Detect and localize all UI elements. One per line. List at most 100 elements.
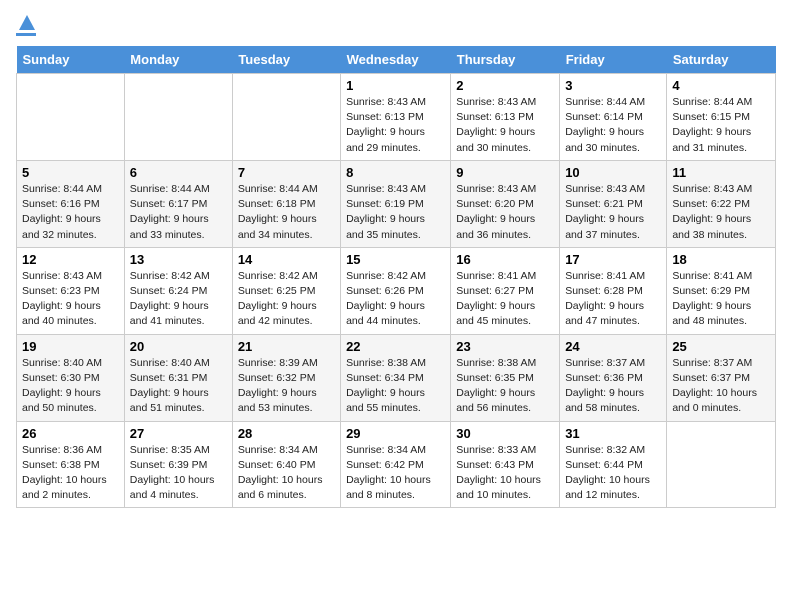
logo-icon <box>18 14 36 32</box>
day-number: 31 <box>565 426 661 441</box>
day-number: 11 <box>672 165 770 180</box>
calendar-header-row: SundayMondayTuesdayWednesdayThursdayFrid… <box>17 46 776 74</box>
calendar-week-3: 12 Sunrise: 8:43 AM Sunset: 6:23 PM Dayli… <box>17 247 776 334</box>
calendar-cell: 6 Sunrise: 8:44 AM Sunset: 6:17 PM Daylig… <box>124 160 232 247</box>
day-number: 19 <box>22 339 119 354</box>
day-info: Sunrise: 8:43 AM Sunset: 6:20 PM Dayligh… <box>456 182 554 243</box>
logo <box>16 16 36 36</box>
calendar-header-sunday: Sunday <box>17 46 125 74</box>
day-info: Sunrise: 8:40 AM Sunset: 6:30 PM Dayligh… <box>22 356 119 417</box>
day-info: Sunrise: 8:43 AM Sunset: 6:13 PM Dayligh… <box>346 95 445 156</box>
day-info: Sunrise: 8:39 AM Sunset: 6:32 PM Dayligh… <box>238 356 335 417</box>
day-number: 23 <box>456 339 554 354</box>
day-info: Sunrise: 8:36 AM Sunset: 6:38 PM Dayligh… <box>22 443 119 504</box>
calendar-cell: 19 Sunrise: 8:40 AM Sunset: 6:30 PM Dayli… <box>17 334 125 421</box>
day-info: Sunrise: 8:43 AM Sunset: 6:13 PM Dayligh… <box>456 95 554 156</box>
calendar-header-thursday: Thursday <box>451 46 560 74</box>
calendar-header-monday: Monday <box>124 46 232 74</box>
calendar-cell: 18Sunrise: 8:41 AM Sunset: 6:29 PM Dayli… <box>667 247 776 334</box>
calendar-week-2: 5 Sunrise: 8:44 AM Sunset: 6:16 PM Daylig… <box>17 160 776 247</box>
calendar-cell <box>17 74 125 161</box>
calendar-header-friday: Friday <box>560 46 667 74</box>
day-number: 16 <box>456 252 554 267</box>
calendar-cell: 12 Sunrise: 8:43 AM Sunset: 6:23 PM Dayli… <box>17 247 125 334</box>
day-info: Sunrise: 8:38 AM Sunset: 6:34 PM Dayligh… <box>346 356 445 417</box>
calendar-cell <box>124 74 232 161</box>
calendar-cell: 31 Sunrise: 8:32 AM Sunset: 6:44 PM Dayli… <box>560 421 667 508</box>
day-number: 5 <box>22 165 119 180</box>
day-info: Sunrise: 8:41 AM Sunset: 6:28 PM Dayligh… <box>565 269 661 330</box>
day-number: 13 <box>130 252 227 267</box>
calendar-cell: 10 Sunrise: 8:43 AM Sunset: 6:21 PM Dayli… <box>560 160 667 247</box>
day-number: 3 <box>565 78 661 93</box>
day-number: 14 <box>238 252 335 267</box>
day-info: Sunrise: 8:44 AM Sunset: 6:14 PM Dayligh… <box>565 95 661 156</box>
day-number: 25 <box>672 339 770 354</box>
calendar-cell: 9 Sunrise: 8:43 AM Sunset: 6:20 PM Daylig… <box>451 160 560 247</box>
day-info: Sunrise: 8:33 AM Sunset: 6:43 PM Dayligh… <box>456 443 554 504</box>
day-info: Sunrise: 8:42 AM Sunset: 6:24 PM Dayligh… <box>130 269 227 330</box>
day-info: Sunrise: 8:44 AM Sunset: 6:16 PM Dayligh… <box>22 182 119 243</box>
calendar-header-wednesday: Wednesday <box>341 46 451 74</box>
calendar-week-1: 1 Sunrise: 8:43 AM Sunset: 6:13 PM Daylig… <box>17 74 776 161</box>
calendar-cell: 17Sunrise: 8:41 AM Sunset: 6:28 PM Dayli… <box>560 247 667 334</box>
day-info: Sunrise: 8:43 AM Sunset: 6:23 PM Dayligh… <box>22 269 119 330</box>
calendar-cell: 3 Sunrise: 8:44 AM Sunset: 6:14 PM Daylig… <box>560 74 667 161</box>
calendar-cell: 8 Sunrise: 8:43 AM Sunset: 6:19 PM Daylig… <box>341 160 451 247</box>
calendar-cell: 1 Sunrise: 8:43 AM Sunset: 6:13 PM Daylig… <box>341 74 451 161</box>
day-number: 21 <box>238 339 335 354</box>
day-number: 7 <box>238 165 335 180</box>
day-info: Sunrise: 8:40 AM Sunset: 6:31 PM Dayligh… <box>130 356 227 417</box>
day-info: Sunrise: 8:41 AM Sunset: 6:29 PM Dayligh… <box>672 269 770 330</box>
day-info: Sunrise: 8:34 AM Sunset: 6:42 PM Dayligh… <box>346 443 445 504</box>
calendar-cell: 21 Sunrise: 8:39 AM Sunset: 6:32 PM Dayli… <box>232 334 340 421</box>
calendar-table: SundayMondayTuesdayWednesdayThursdayFrid… <box>16 46 776 508</box>
day-info: Sunrise: 8:35 AM Sunset: 6:39 PM Dayligh… <box>130 443 227 504</box>
day-number: 26 <box>22 426 119 441</box>
day-info: Sunrise: 8:43 AM Sunset: 6:21 PM Dayligh… <box>565 182 661 243</box>
day-number: 9 <box>456 165 554 180</box>
day-number: 27 <box>130 426 227 441</box>
day-number: 12 <box>22 252 119 267</box>
day-info: Sunrise: 8:44 AM Sunset: 6:18 PM Dayligh… <box>238 182 335 243</box>
calendar-cell: 26 Sunrise: 8:36 AM Sunset: 6:38 PM Dayli… <box>17 421 125 508</box>
day-number: 30 <box>456 426 554 441</box>
calendar-header-tuesday: Tuesday <box>232 46 340 74</box>
calendar-cell: 2 Sunrise: 8:43 AM Sunset: 6:13 PM Daylig… <box>451 74 560 161</box>
day-info: Sunrise: 8:44 AM Sunset: 6:17 PM Dayligh… <box>130 182 227 243</box>
logo-name <box>16 16 36 36</box>
day-number: 4 <box>672 78 770 93</box>
calendar-cell <box>667 421 776 508</box>
day-number: 8 <box>346 165 445 180</box>
calendar-cell: 7 Sunrise: 8:44 AM Sunset: 6:18 PM Daylig… <box>232 160 340 247</box>
day-info: Sunrise: 8:44 AM Sunset: 6:15 PM Dayligh… <box>672 95 770 156</box>
day-info: Sunrise: 8:34 AM Sunset: 6:40 PM Dayligh… <box>238 443 335 504</box>
calendar-cell: 30 Sunrise: 8:33 AM Sunset: 6:43 PM Dayli… <box>451 421 560 508</box>
day-info: Sunrise: 8:41 AM Sunset: 6:27 PM Dayligh… <box>456 269 554 330</box>
day-info: Sunrise: 8:43 AM Sunset: 6:19 PM Dayligh… <box>346 182 445 243</box>
day-info: Sunrise: 8:42 AM Sunset: 6:25 PM Dayligh… <box>238 269 335 330</box>
calendar-cell: 22Sunrise: 8:38 AM Sunset: 6:34 PM Dayli… <box>341 334 451 421</box>
calendar-cell: 23 Sunrise: 8:38 AM Sunset: 6:35 PM Dayli… <box>451 334 560 421</box>
day-info: Sunrise: 8:38 AM Sunset: 6:35 PM Dayligh… <box>456 356 554 417</box>
day-number: 28 <box>238 426 335 441</box>
calendar-cell: 24Sunrise: 8:37 AM Sunset: 6:36 PM Dayli… <box>560 334 667 421</box>
day-number: 1 <box>346 78 445 93</box>
day-info: Sunrise: 8:37 AM Sunset: 6:36 PM Dayligh… <box>565 356 661 417</box>
day-info: Sunrise: 8:43 AM Sunset: 6:22 PM Dayligh… <box>672 182 770 243</box>
day-number: 6 <box>130 165 227 180</box>
day-info: Sunrise: 8:42 AM Sunset: 6:26 PM Dayligh… <box>346 269 445 330</box>
calendar-cell: 15Sunrise: 8:42 AM Sunset: 6:26 PM Dayli… <box>341 247 451 334</box>
calendar-week-5: 26 Sunrise: 8:36 AM Sunset: 6:38 PM Dayli… <box>17 421 776 508</box>
calendar-cell: 25Sunrise: 8:37 AM Sunset: 6:37 PM Dayli… <box>667 334 776 421</box>
page-header <box>16 16 776 36</box>
calendar-cell: 29Sunrise: 8:34 AM Sunset: 6:42 PM Dayli… <box>341 421 451 508</box>
day-info: Sunrise: 8:32 AM Sunset: 6:44 PM Dayligh… <box>565 443 661 504</box>
calendar-header-saturday: Saturday <box>667 46 776 74</box>
calendar-cell: 27 Sunrise: 8:35 AM Sunset: 6:39 PM Dayli… <box>124 421 232 508</box>
calendar-cell <box>232 74 340 161</box>
day-number: 10 <box>565 165 661 180</box>
day-number: 2 <box>456 78 554 93</box>
calendar-cell: 28 Sunrise: 8:34 AM Sunset: 6:40 PM Dayli… <box>232 421 340 508</box>
calendar-cell: 5 Sunrise: 8:44 AM Sunset: 6:16 PM Daylig… <box>17 160 125 247</box>
